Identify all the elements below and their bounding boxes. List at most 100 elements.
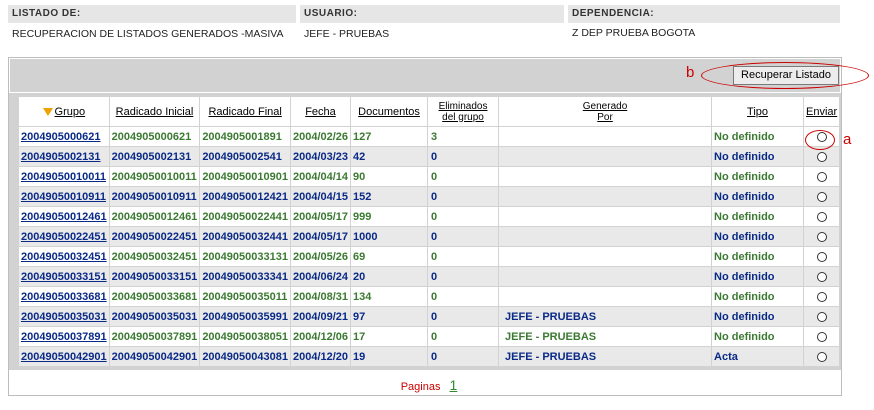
fecha-cell: 2004/04/14 [290,167,351,186]
generado-por-cell [499,287,712,306]
table-row: 20049050035031 20049050035031 200490500359… [19,307,840,326]
grupo-link[interactable]: 2004905002131 [21,151,101,163]
eliminados-cell: 0 [428,267,499,286]
col-generado-header[interactable]: Generado Por [499,97,712,126]
radicado-final-cell: 20049050033131 [200,247,290,266]
grupo-link[interactable]: 20049050010011 [21,171,106,183]
eliminados-cell: 0 [428,307,499,326]
listing-table: Grupo Radicado Inicial Radicado Final Fe… [18,96,841,367]
enviar-radio[interactable] [816,291,827,302]
listing-header: LISTADO DE: RECUPERACION DE LISTADOS GEN… [8,5,840,52]
fecha-cell: 2004/05/26 [290,247,351,266]
fecha-cell: 2004/05/17 [290,227,351,246]
enviar-radio[interactable] [816,351,827,362]
col-fecha-header[interactable]: Fecha [290,97,351,126]
generado-por-cell [499,267,712,286]
documentos-cell: 134 [351,287,428,306]
grupo-link[interactable]: 20049050037891 [21,331,107,343]
radicado-final-cell: 20049050038051 [200,327,290,346]
col-radicado-final-header[interactable]: Radicado Final [200,97,290,126]
tipo-cell: Acta [712,347,804,366]
pagination-page-link[interactable]: 1 [450,377,458,393]
table-header-row: Grupo Radicado Inicial Radicado Final Fe… [19,97,840,126]
enviar-radio[interactable] [816,171,827,182]
tipo-cell: No definido [712,227,804,246]
grupo-cell: 20049050032451 [19,247,109,266]
grupo-cell: 20049050033681 [19,287,109,306]
generado-por-cell: JEFE - PRUEBAS [499,307,712,326]
documentos-cell: 69 [351,247,428,266]
documentos-cell: 127 [351,127,428,146]
enviar-cell [804,307,840,326]
col-eliminados-header[interactable]: Eliminados del grupo [428,97,499,126]
eliminados-cell: 0 [428,147,499,166]
grupo-link[interactable]: 20049050022451 [21,231,107,243]
enviar-cell [804,327,840,346]
generado-por-cell [499,207,712,226]
tipo-cell: No definido [712,207,804,226]
radicado-inicial-cell: 2004905000621 [109,127,200,146]
enviar-radio[interactable] [816,211,827,222]
enviar-cell [804,187,840,206]
generado-por-cell [499,127,712,146]
usuario-label: USUARIO: [300,5,564,23]
grupo-link[interactable]: 20049050012461 [21,211,107,223]
eliminados-cell: 0 [428,347,499,366]
generado-por-cell: JEFE - PRUEBAS [499,327,712,346]
eliminados-cell: 0 [428,287,499,306]
grupo-link[interactable]: 20049050033681 [21,291,107,303]
enviar-cell [804,267,840,286]
fecha-cell: 2004/04/15 [290,187,351,206]
tipo-cell: No definido [712,147,804,166]
col-documentos-header[interactable]: Documentos [351,97,428,126]
enviar-radio[interactable] [816,231,827,242]
grupo-link[interactable]: 2004905000621 [21,131,101,143]
eliminados-cell: 0 [428,327,499,346]
grupo-link[interactable]: 20049050033151 [21,271,107,283]
documentos-cell: 97 [351,307,428,326]
tipo-cell: No definido [712,287,804,306]
grupo-link[interactable]: 20049050010911 [21,191,106,203]
generado-por-cell [499,147,712,166]
grupo-cell: 20049050010911 [19,187,109,206]
grupo-cell: 20049050022451 [19,227,109,246]
col-grupo-header[interactable]: Grupo [19,97,109,126]
tipo-cell: No definido [712,187,804,206]
col-radicado-inicial-header[interactable]: Radicado Inicial [109,97,200,126]
dependencia-label: DEPENDENCIA: [568,5,840,23]
col-tipo-header[interactable]: Tipo [712,97,804,126]
generado-por-cell [499,227,712,246]
table-row: 20049050042901 20049050042901 200490500430… [19,347,840,366]
enviar-radio[interactable] [816,311,827,322]
eliminados-cell: 0 [428,227,499,246]
fecha-cell: 2004/03/23 [290,147,351,166]
radicado-final-cell: 20049050010901 [200,167,290,186]
documentos-cell: 999 [351,207,428,226]
radicado-final-cell: 20049050022441 [200,207,290,226]
documentos-cell: 20 [351,267,428,286]
documentos-cell: 42 [351,147,428,166]
table-row: 20049050037891 20049050037891 200490500380… [19,327,840,346]
grupo-link[interactable]: 20049050032451 [21,251,107,263]
enviar-radio[interactable] [816,271,827,282]
dependencia-value: Z DEP PRUEBA BOGOTA [572,27,696,39]
eliminados-cell: 3 [428,127,499,146]
enviar-radio[interactable] [816,151,827,162]
col-generado-line1: Generado [582,100,628,112]
grupo-cell: 20049050035031 [19,307,109,326]
radicado-final-cell: 20049050035011 [200,287,290,306]
usuario-cell: USUARIO: JEFE - PRUEBAS [300,5,564,45]
col-generado-line2: Por [597,111,613,123]
col-enviar-header: Enviar [804,97,840,126]
grupo-link[interactable]: 20049050035031 [21,311,107,323]
eliminados-cell: 0 [428,167,499,186]
annotation-ellipse-a [805,130,835,150]
enviar-radio[interactable] [816,331,827,342]
fecha-cell: 2004/06/24 [290,267,351,286]
enviar-radio[interactable] [816,251,827,262]
enviar-radio[interactable] [816,191,827,202]
recuperar-listado-button[interactable]: Recuperar Listado [733,66,839,85]
radicado-inicial-cell: 20049050033151 [109,267,200,286]
grupo-link[interactable]: 20049050042901 [21,351,107,363]
grupo-cell: 20049050012461 [19,207,109,226]
